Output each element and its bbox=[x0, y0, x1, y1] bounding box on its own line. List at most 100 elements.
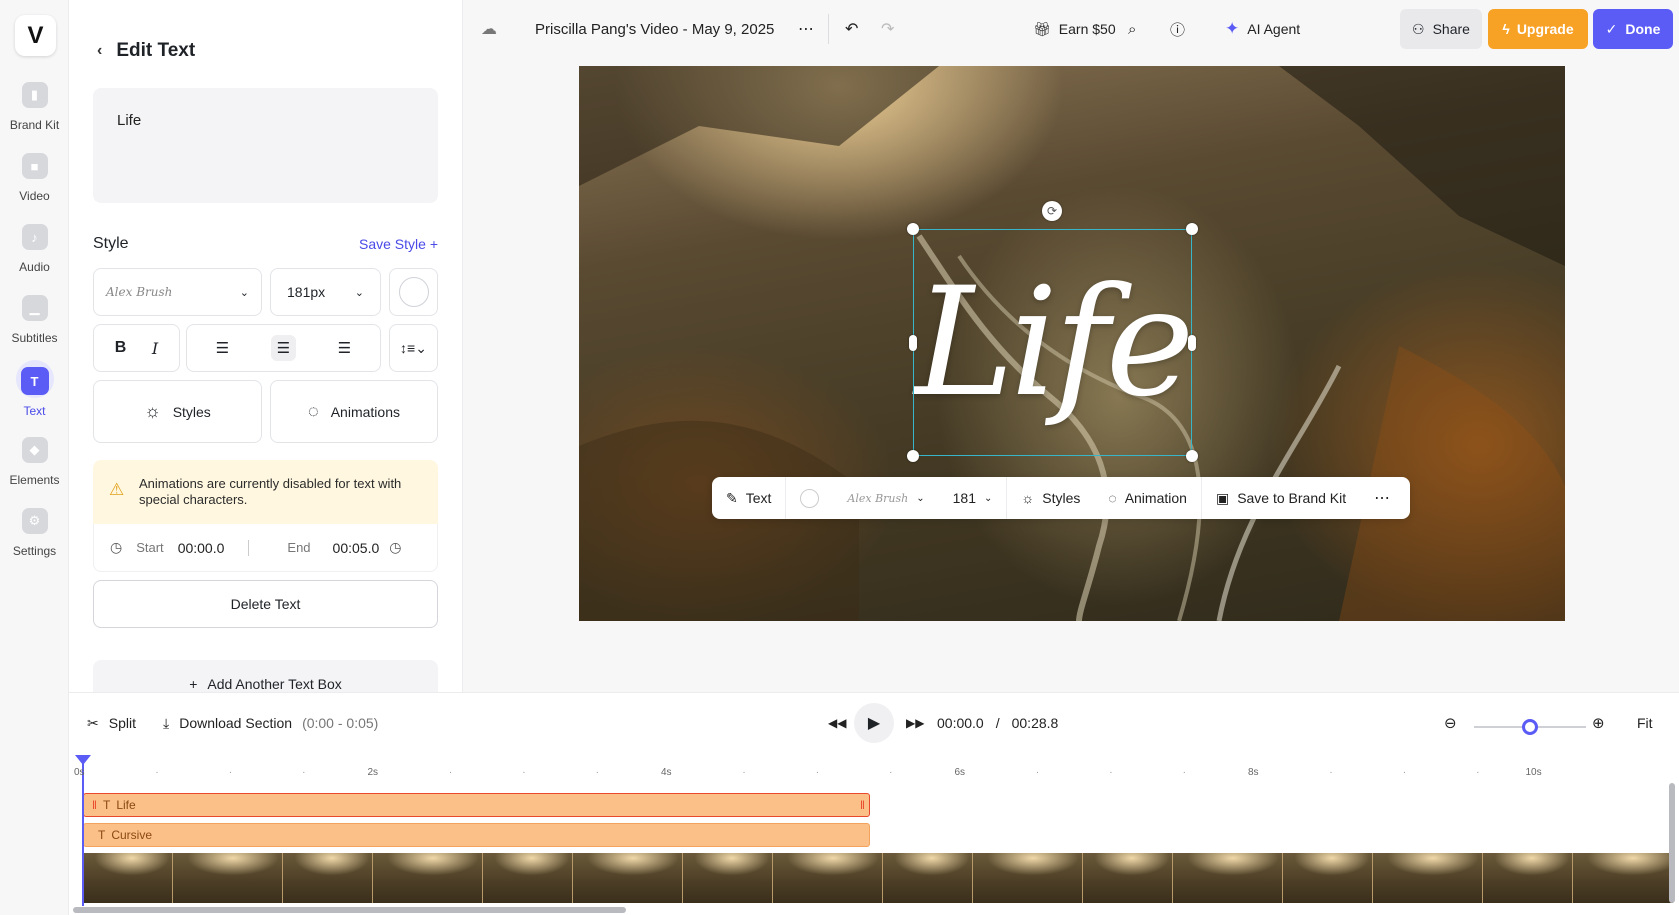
ctx-text-button[interactable]: ✎ Text bbox=[712, 477, 785, 519]
text-format-group: B I bbox=[93, 324, 180, 372]
zoom-slider-knob[interactable] bbox=[1522, 719, 1538, 735]
clock-icon: ◷ bbox=[389, 539, 402, 555]
text-icon: T bbox=[20, 367, 49, 395]
ctx-styles-label: Styles bbox=[1042, 490, 1081, 506]
rail-label: Brand Kit bbox=[9, 118, 60, 132]
text-selection-box[interactable] bbox=[913, 229, 1192, 456]
app-logo[interactable]: V bbox=[15, 15, 56, 56]
ruler-minor-tick: · bbox=[1182, 767, 1186, 778]
align-right-icon[interactable]: ☰ bbox=[338, 339, 351, 357]
split-button[interactable]: ✂ Split bbox=[87, 693, 136, 753]
time-ruler[interactable] bbox=[77, 753, 1667, 781]
drag-handle-icon[interactable]: ‖ bbox=[860, 798, 865, 812]
line-spacing-button[interactable]: ↕≡⌄ bbox=[389, 324, 438, 372]
rail-item-video[interactable]: ■ Video bbox=[0, 149, 69, 213]
rail-item-audio[interactable]: ♪ Audio bbox=[0, 220, 69, 284]
fast-forward-icon[interactable]: ▶▶ bbox=[906, 693, 924, 753]
ctx-styles-button[interactable]: ☼ Styles bbox=[1007, 477, 1094, 519]
redo-icon[interactable]: ↷ bbox=[881, 0, 894, 58]
ruler-tick-label: 8s bbox=[1248, 767, 1259, 778]
chevron-left-icon[interactable]: ‹ bbox=[97, 42, 102, 60]
end-time-input[interactable]: 00:05.0 bbox=[333, 540, 380, 556]
rail-item-subtitles[interactable]: ▁ Subtitles bbox=[0, 291, 69, 355]
resize-handle[interactable] bbox=[1186, 450, 1198, 462]
video-thumbnail bbox=[1083, 853, 1173, 903]
resize-handle[interactable] bbox=[907, 223, 919, 235]
ctx-font-select[interactable]: Alex Brush ⌄ bbox=[833, 477, 938, 519]
save-to-brand-kit-button[interactable]: ▣ Save to Brand Kit bbox=[1202, 477, 1360, 519]
video-thumbnail bbox=[973, 853, 1083, 903]
ruler-minor-tick: · bbox=[1329, 767, 1333, 778]
active-indicator: T bbox=[15, 360, 54, 398]
vertical-scrollbar[interactable] bbox=[1669, 783, 1675, 903]
cloud-save-icon: ☁ bbox=[481, 21, 497, 38]
share-button[interactable]: ⚇ Share bbox=[1400, 9, 1482, 49]
text-content-input[interactable]: Life bbox=[93, 88, 438, 203]
text-clip-cursive[interactable]: T Cursive bbox=[83, 823, 870, 847]
pencil-icon: ✎ bbox=[726, 489, 738, 506]
bold-icon[interactable]: B bbox=[115, 339, 127, 357]
ctx-animation-button[interactable]: ◌ Animation bbox=[1094, 477, 1201, 519]
rail-item-text[interactable]: T Text bbox=[0, 360, 69, 426]
ruler-minor-tick: · bbox=[448, 767, 453, 778]
rotate-handle-icon[interactable]: ⟳ bbox=[1042, 201, 1062, 221]
upgrade-button[interactable]: ϟ Upgrade bbox=[1488, 9, 1588, 49]
italic-icon[interactable]: I bbox=[152, 339, 158, 358]
text-clip-life[interactable]: ‖ T Life ‖ bbox=[83, 793, 870, 817]
left-rail: V ▮ Brand Kit ■ Video ♪ Audio ▁ Subtitle… bbox=[0, 0, 69, 915]
search-icon[interactable]: ⌕ bbox=[1128, 0, 1136, 58]
undo-icon[interactable]: ↶ bbox=[845, 0, 858, 58]
font-size-select[interactable]: 181px ⌄ bbox=[270, 268, 381, 316]
ctx-size-select[interactable]: 181 ⌄ bbox=[939, 477, 1007, 519]
ruler-tick-label: 0s bbox=[74, 767, 85, 778]
fit-button[interactable]: Fit bbox=[1637, 693, 1653, 753]
ctx-color-button[interactable] bbox=[786, 477, 833, 519]
font-name: Alex Brush bbox=[847, 491, 909, 505]
rewind-icon[interactable]: ◀◀ bbox=[828, 693, 846, 753]
earn-referral-button[interactable]: 🎁︎ Earn $50 bbox=[1033, 0, 1116, 58]
delete-text-button[interactable]: Delete Text bbox=[93, 580, 438, 628]
resize-handle[interactable] bbox=[907, 450, 919, 462]
rail-label: Text bbox=[23, 404, 46, 418]
more-icon[interactable]: ⋯ bbox=[798, 0, 814, 58]
play-button[interactable]: ▶ bbox=[854, 703, 894, 743]
video-thumbnail bbox=[683, 853, 773, 903]
ai-agent-button[interactable]: ✦ AI Agent bbox=[1225, 0, 1300, 58]
project-title[interactable]: Priscilla Pang's Video - May 9, 2025 bbox=[535, 0, 774, 58]
resize-handle[interactable] bbox=[1188, 335, 1196, 351]
done-button[interactable]: ✓ Done bbox=[1593, 9, 1673, 49]
animations-button[interactable]: ◌ Animations bbox=[270, 380, 438, 443]
rail-item-brand-kit[interactable]: ▮ Brand Kit bbox=[0, 78, 69, 142]
align-left-icon[interactable]: ☰ bbox=[216, 339, 229, 357]
playhead-handle[interactable] bbox=[75, 755, 91, 765]
align-center-icon[interactable]: ☰ bbox=[270, 335, 297, 361]
sun-icon: ☼ bbox=[144, 401, 161, 421]
warning-icon: ⚠ bbox=[109, 480, 125, 499]
start-time-input[interactable]: 00:00.0 bbox=[178, 540, 225, 556]
drag-handle-icon[interactable]: ‖ bbox=[92, 798, 97, 812]
resize-handle[interactable] bbox=[1186, 223, 1198, 235]
playhead[interactable] bbox=[82, 757, 84, 906]
zoom-in-icon[interactable]: ⊕ bbox=[1592, 693, 1605, 753]
rail-item-elements[interactable]: ◆ Elements bbox=[0, 433, 69, 497]
rail-item-settings[interactable]: ⚙ Settings bbox=[0, 504, 69, 568]
resize-handle[interactable] bbox=[909, 335, 917, 351]
ai-agent-label: AI Agent bbox=[1247, 21, 1301, 37]
video-track-thumbnails[interactable] bbox=[83, 853, 1673, 903]
zoom-out-icon[interactable]: ⊖ bbox=[1444, 693, 1457, 753]
save-style-link[interactable]: Save Style + bbox=[359, 236, 438, 252]
more-icon[interactable]: ⋯ bbox=[1360, 477, 1404, 519]
split-label: Split bbox=[108, 715, 136, 731]
font-family-select[interactable]: Alex Brush ⌄ bbox=[93, 268, 262, 316]
total-duration: 00:28.8 bbox=[1011, 715, 1059, 731]
edit-text-panel: ‹ Edit Text Life Style Save Style + Alex… bbox=[69, 0, 463, 700]
download-section-button[interactable]: ⤓ Download Section (0:00 - 0:05) bbox=[163, 693, 378, 753]
share-label: Share bbox=[1432, 21, 1470, 37]
horizontal-scrollbar[interactable] bbox=[73, 907, 626, 913]
help-icon[interactable]: ⓘ bbox=[1170, 0, 1185, 58]
clip-label: Life bbox=[116, 798, 136, 812]
text-color-button[interactable] bbox=[389, 268, 438, 316]
styles-button[interactable]: ☼ Styles bbox=[93, 380, 262, 443]
video-icon: ■ bbox=[21, 153, 48, 179]
ruler-tick-label: 4s bbox=[661, 767, 672, 778]
